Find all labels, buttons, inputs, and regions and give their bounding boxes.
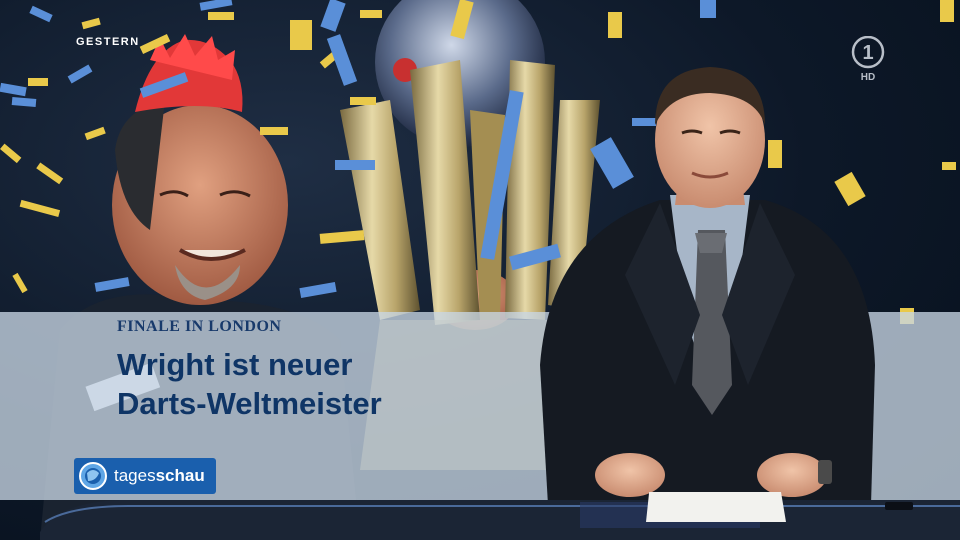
wordmark-regular: tages xyxy=(114,466,156,485)
ard-logo: 1 HD xyxy=(850,35,886,83)
tagesschau-wordmark: tagesschau xyxy=(114,466,205,486)
headline-kicker: FINALE IN LONDON xyxy=(117,318,282,335)
news-desk xyxy=(40,492,960,540)
ard-hd-label: HD xyxy=(861,72,875,82)
wordmark-bold: schau xyxy=(155,466,205,485)
news-presenter xyxy=(540,67,875,540)
time-label: GESTERN xyxy=(76,36,140,48)
ard-one-icon: 1 HD xyxy=(851,35,885,83)
globe-icon xyxy=(79,462,107,490)
news-broadcast-frame: FINALE IN LONDON Wright ist neuer Darts-… xyxy=(0,0,960,540)
ard-logo-mark: 1 xyxy=(862,42,873,64)
tagesschau-logo: tagesschau xyxy=(74,458,216,494)
headline-line-2: Darts-Weltmeister xyxy=(117,386,382,421)
headline: Wright ist neuer Darts-Weltmeister xyxy=(117,345,557,423)
headline-line-1: Wright ist neuer xyxy=(117,347,353,382)
